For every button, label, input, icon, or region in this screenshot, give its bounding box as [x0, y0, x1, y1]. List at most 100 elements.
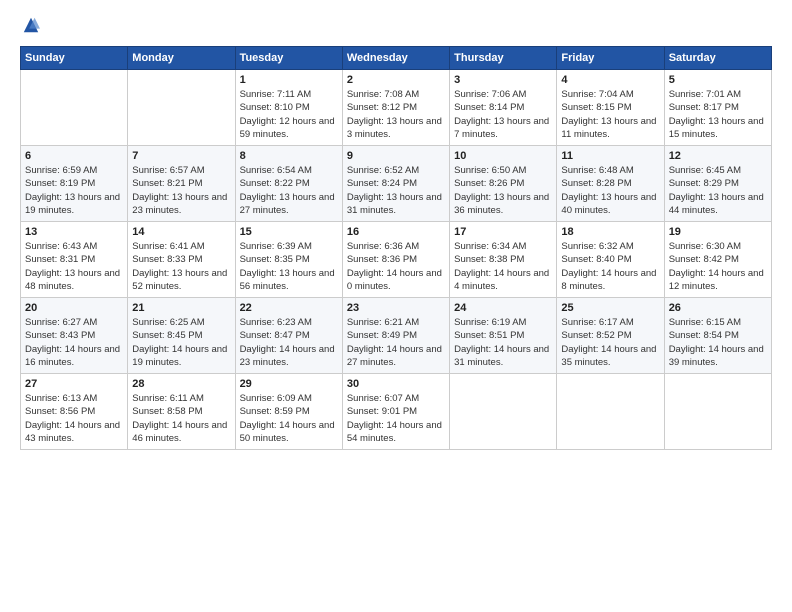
day-detail: Sunrise: 6:36 AM Sunset: 8:36 PM Dayligh…	[347, 240, 445, 293]
calendar-cell: 29 Sunrise: 6:09 AM Sunset: 8:59 PM Dayl…	[235, 374, 342, 450]
calendar-cell: 19 Sunrise: 6:30 AM Sunset: 8:42 PM Dayl…	[664, 222, 771, 298]
calendar-cell: 30 Sunrise: 6:07 AM Sunset: 9:01 PM Dayl…	[342, 374, 449, 450]
calendar-cell: 10 Sunrise: 6:50 AM Sunset: 8:26 PM Dayl…	[450, 146, 557, 222]
day-detail: Sunrise: 6:19 AM Sunset: 8:51 PM Dayligh…	[454, 316, 552, 369]
sunset-text: Sunset: 8:54 PM	[669, 330, 739, 341]
calendar-day-header: Saturday	[664, 47, 771, 70]
sunrise-text: Sunrise: 6:54 AM	[240, 165, 312, 176]
day-detail: Sunrise: 6:59 AM Sunset: 8:19 PM Dayligh…	[25, 164, 123, 217]
day-detail: Sunrise: 6:23 AM Sunset: 8:47 PM Dayligh…	[240, 316, 338, 369]
sunset-text: Sunset: 8:29 PM	[669, 178, 739, 189]
daylight-text: Daylight: 14 hours and 46 minutes.	[132, 420, 227, 444]
daylight-text: Daylight: 14 hours and 4 minutes.	[454, 268, 549, 292]
daylight-text: Daylight: 14 hours and 27 minutes.	[347, 344, 442, 368]
day-number: 27	[25, 378, 123, 390]
sunrise-text: Sunrise: 7:08 AM	[347, 89, 419, 100]
sunrise-text: Sunrise: 7:01 AM	[669, 89, 741, 100]
day-detail: Sunrise: 6:50 AM Sunset: 8:26 PM Dayligh…	[454, 164, 552, 217]
sunset-text: Sunset: 8:45 PM	[132, 330, 202, 341]
daylight-text: Daylight: 14 hours and 54 minutes.	[347, 420, 442, 444]
day-detail: Sunrise: 6:25 AM Sunset: 8:45 PM Dayligh…	[132, 316, 230, 369]
calendar-week-row: 6 Sunrise: 6:59 AM Sunset: 8:19 PM Dayli…	[21, 146, 772, 222]
daylight-text: Daylight: 13 hours and 3 minutes.	[347, 116, 442, 140]
sunrise-text: Sunrise: 6:07 AM	[347, 393, 419, 404]
day-detail: Sunrise: 6:27 AM Sunset: 8:43 PM Dayligh…	[25, 316, 123, 369]
sunrise-text: Sunrise: 6:15 AM	[669, 317, 741, 328]
sunrise-text: Sunrise: 7:04 AM	[561, 89, 633, 100]
calendar-header-row: SundayMondayTuesdayWednesdayThursdayFrid…	[21, 47, 772, 70]
daylight-text: Daylight: 14 hours and 31 minutes.	[454, 344, 549, 368]
day-detail: Sunrise: 6:07 AM Sunset: 9:01 PM Dayligh…	[347, 392, 445, 445]
calendar-cell: 16 Sunrise: 6:36 AM Sunset: 8:36 PM Dayl…	[342, 222, 449, 298]
calendar-week-row: 1 Sunrise: 7:11 AM Sunset: 8:10 PM Dayli…	[21, 70, 772, 146]
calendar-cell: 23 Sunrise: 6:21 AM Sunset: 8:49 PM Dayl…	[342, 298, 449, 374]
daylight-text: Daylight: 14 hours and 23 minutes.	[240, 344, 335, 368]
day-detail: Sunrise: 6:21 AM Sunset: 8:49 PM Dayligh…	[347, 316, 445, 369]
sunrise-text: Sunrise: 6:50 AM	[454, 165, 526, 176]
sunrise-text: Sunrise: 6:19 AM	[454, 317, 526, 328]
daylight-text: Daylight: 13 hours and 31 minutes.	[347, 192, 442, 216]
daylight-text: Daylight: 13 hours and 15 minutes.	[669, 116, 764, 140]
daylight-text: Daylight: 14 hours and 16 minutes.	[25, 344, 120, 368]
day-number: 15	[240, 226, 338, 238]
sunset-text: Sunset: 8:38 PM	[454, 254, 524, 265]
sunrise-text: Sunrise: 6:21 AM	[347, 317, 419, 328]
sunset-text: Sunset: 8:12 PM	[347, 102, 417, 113]
day-number: 16	[347, 226, 445, 238]
day-detail: Sunrise: 6:54 AM Sunset: 8:22 PM Dayligh…	[240, 164, 338, 217]
calendar-day-header: Tuesday	[235, 47, 342, 70]
sunset-text: Sunset: 8:42 PM	[669, 254, 739, 265]
sunrise-text: Sunrise: 6:09 AM	[240, 393, 312, 404]
calendar-cell	[557, 374, 664, 450]
sunset-text: Sunset: 8:14 PM	[454, 102, 524, 113]
daylight-text: Daylight: 13 hours and 23 minutes.	[132, 192, 227, 216]
daylight-text: Daylight: 14 hours and 8 minutes.	[561, 268, 656, 292]
day-number: 1	[240, 74, 338, 86]
calendar-week-row: 27 Sunrise: 6:13 AM Sunset: 8:56 PM Dayl…	[21, 374, 772, 450]
day-number: 24	[454, 302, 552, 314]
calendar-week-row: 20 Sunrise: 6:27 AM Sunset: 8:43 PM Dayl…	[21, 298, 772, 374]
day-number: 8	[240, 150, 338, 162]
logo-icon	[22, 16, 40, 34]
day-number: 4	[561, 74, 659, 86]
sunset-text: Sunset: 8:35 PM	[240, 254, 310, 265]
day-number: 11	[561, 150, 659, 162]
day-number: 10	[454, 150, 552, 162]
daylight-text: Daylight: 14 hours and 12 minutes.	[669, 268, 764, 292]
sunrise-text: Sunrise: 6:36 AM	[347, 241, 419, 252]
calendar-day-header: Thursday	[450, 47, 557, 70]
calendar-cell: 2 Sunrise: 7:08 AM Sunset: 8:12 PM Dayli…	[342, 70, 449, 146]
day-number: 13	[25, 226, 123, 238]
day-detail: Sunrise: 6:30 AM Sunset: 8:42 PM Dayligh…	[669, 240, 767, 293]
day-detail: Sunrise: 6:13 AM Sunset: 8:56 PM Dayligh…	[25, 392, 123, 445]
day-number: 6	[25, 150, 123, 162]
day-number: 17	[454, 226, 552, 238]
sunrise-text: Sunrise: 6:52 AM	[347, 165, 419, 176]
daylight-text: Daylight: 13 hours and 7 minutes.	[454, 116, 549, 140]
sunrise-text: Sunrise: 6:27 AM	[25, 317, 97, 328]
sunset-text: Sunset: 8:26 PM	[454, 178, 524, 189]
sunset-text: Sunset: 8:40 PM	[561, 254, 631, 265]
calendar-cell: 28 Sunrise: 6:11 AM Sunset: 8:58 PM Dayl…	[128, 374, 235, 450]
day-detail: Sunrise: 6:17 AM Sunset: 8:52 PM Dayligh…	[561, 316, 659, 369]
daylight-text: Daylight: 14 hours and 35 minutes.	[561, 344, 656, 368]
day-number: 25	[561, 302, 659, 314]
page: SundayMondayTuesdayWednesdayThursdayFrid…	[0, 0, 792, 612]
sunrise-text: Sunrise: 6:32 AM	[561, 241, 633, 252]
day-detail: Sunrise: 6:57 AM Sunset: 8:21 PM Dayligh…	[132, 164, 230, 217]
sunset-text: Sunset: 8:51 PM	[454, 330, 524, 341]
day-detail: Sunrise: 7:06 AM Sunset: 8:14 PM Dayligh…	[454, 88, 552, 141]
sunset-text: Sunset: 8:28 PM	[561, 178, 631, 189]
day-detail: Sunrise: 6:39 AM Sunset: 8:35 PM Dayligh…	[240, 240, 338, 293]
day-detail: Sunrise: 7:04 AM Sunset: 8:15 PM Dayligh…	[561, 88, 659, 141]
sunrise-text: Sunrise: 6:41 AM	[132, 241, 204, 252]
sunset-text: Sunset: 8:36 PM	[347, 254, 417, 265]
sunrise-text: Sunrise: 6:11 AM	[132, 393, 204, 404]
sunrise-text: Sunrise: 6:39 AM	[240, 241, 312, 252]
daylight-text: Daylight: 13 hours and 36 minutes.	[454, 192, 549, 216]
daylight-text: Daylight: 12 hours and 59 minutes.	[240, 116, 335, 140]
daylight-text: Daylight: 13 hours and 40 minutes.	[561, 192, 656, 216]
calendar-cell: 1 Sunrise: 7:11 AM Sunset: 8:10 PM Dayli…	[235, 70, 342, 146]
day-number: 22	[240, 302, 338, 314]
calendar-cell	[450, 374, 557, 450]
